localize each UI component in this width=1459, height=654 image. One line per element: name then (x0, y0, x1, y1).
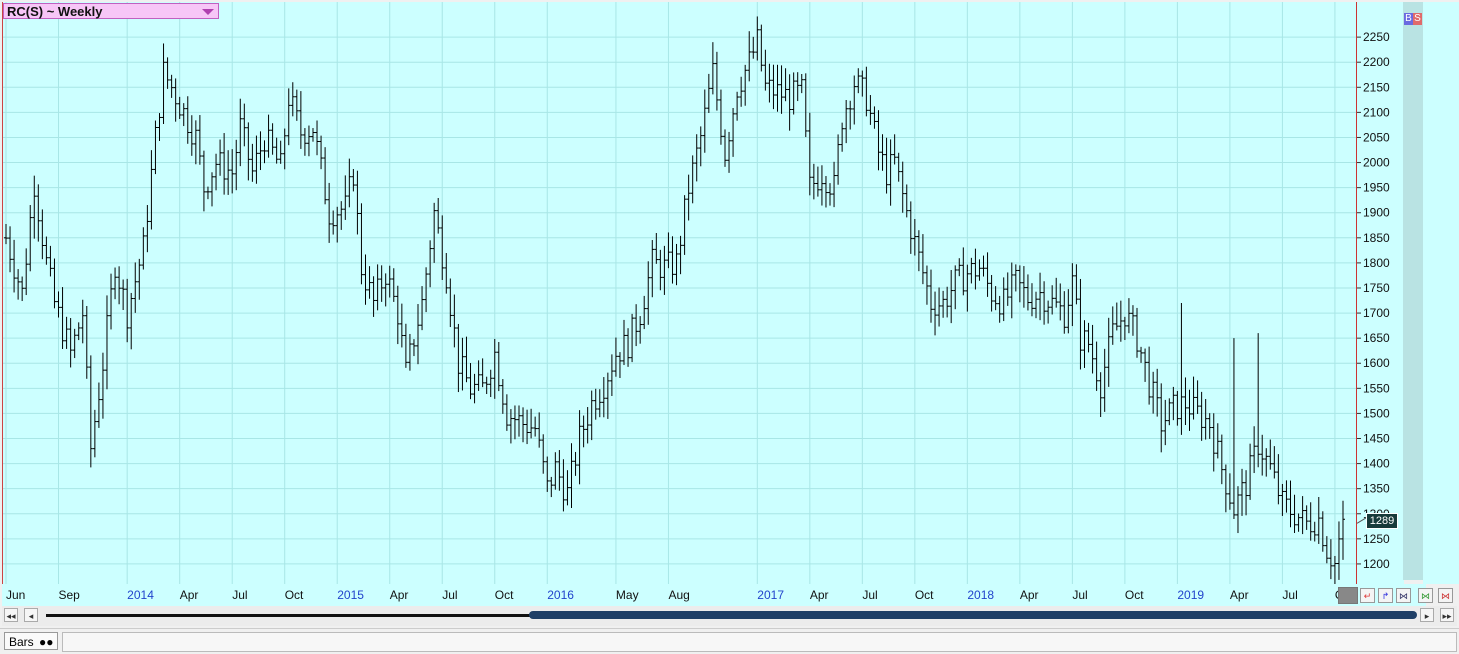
x-tick-label: Jun (6, 588, 25, 602)
chevron-down-icon[interactable] (202, 9, 214, 15)
x-tick-label: Apr (810, 588, 829, 602)
x-tick-label: 2019 (1177, 588, 1204, 602)
x-tick-label: Apr (390, 588, 409, 602)
zoom-out-icon[interactable]: ⋈ (1438, 588, 1453, 603)
y-tick-label: 1500 (1363, 406, 1390, 420)
x-tick-label: 2018 (967, 588, 994, 602)
y-tick-label: 1450 (1363, 432, 1390, 446)
y-tick-label: 1400 (1363, 457, 1390, 471)
y-tick-label: 2050 (1363, 130, 1390, 144)
sell-label[interactable]: S (1413, 13, 1422, 25)
price-axis[interactable]: 1200125013001350140014501500155016001650… (1356, 2, 1404, 584)
y-tick-label: 2000 (1363, 156, 1390, 170)
x-tick-label: Apr (180, 588, 199, 602)
y-tick-label: 1200 (1363, 557, 1390, 571)
buy-label[interactable]: B (1404, 13, 1413, 25)
date-axis-labels: Jun Sep 2014 Apr Jul Oct 2015 Apr Jul Oct 2016 May A… (6, 588, 1354, 602)
scroll-left-icon[interactable]: ◂ (24, 608, 38, 622)
y-tick-label: 1750 (1363, 281, 1390, 295)
horizontal-scrollbar[interactable]: ◂◂ ◂ ▸ ▸▸ (2, 606, 1457, 626)
x-tick-label: Apr (1230, 588, 1249, 602)
bars-tab[interactable]: Bars ●● (4, 632, 58, 650)
gray-scroll-icon[interactable] (1338, 587, 1358, 604)
x-tick-label: Oct (1125, 588, 1144, 602)
y-tick-label: 2100 (1363, 105, 1390, 119)
y-tick-label: 1250 (1363, 532, 1390, 546)
x-tick-label: 2015 (337, 588, 364, 602)
x-tick-label: Oct (915, 588, 934, 602)
y-tick-label: 2250 (1363, 30, 1390, 44)
glasses-icon: ●● (39, 635, 54, 649)
y-tick-label: 1600 (1363, 356, 1390, 370)
x-tick-label: 2014 (127, 588, 154, 602)
x-tick-label: Jul (862, 588, 877, 602)
y-tick-label: 1650 (1363, 331, 1390, 345)
scroll-right-icon[interactable]: ▸ (1420, 608, 1434, 622)
x-tick-label: 2016 (547, 588, 574, 602)
step-left-icon[interactable]: ↵ (1360, 588, 1375, 603)
scroll-last-icon[interactable]: ▸▸ (1440, 608, 1454, 622)
y-tick-label: 1350 (1363, 482, 1390, 496)
y-tick-label: 2150 (1363, 80, 1390, 94)
y-tick-label: 2200 (1363, 55, 1390, 69)
scroll-thumb[interactable] (529, 611, 1417, 619)
scroll-first-icon[interactable]: ◂◂ (4, 608, 18, 622)
zoom-in-icon[interactable]: ⋈ (1396, 588, 1411, 603)
status-bar: Bars ●● (0, 628, 1459, 654)
y-tick-label: 1850 (1363, 231, 1390, 245)
buy-sell-toggle[interactable]: BS (1404, 13, 1422, 25)
symbol-title: RC(S) ~ Weekly (7, 4, 103, 19)
x-tick-label: Aug (668, 588, 689, 602)
status-field (62, 632, 1457, 652)
symbol-selector[interactable]: RC(S) ~ Weekly (3, 3, 219, 19)
price-chart-svg (3, 2, 1357, 587)
chart-plot-area[interactable] (2, 2, 1357, 587)
x-tick-label: May (616, 588, 639, 602)
x-tick-label: Jul (442, 588, 457, 602)
x-tick-label: Sep (59, 588, 81, 602)
x-tick-label: Jul (1282, 588, 1297, 602)
price-axis-labels: 1200125013001350140014501500155016001650… (1356, 30, 1390, 571)
x-tick-label: Oct (285, 588, 304, 602)
date-axis[interactable]: Jun Sep 2014 Apr Jul Oct 2015 Apr Jul Oct 2016 May A… (2, 584, 1426, 606)
y-tick-label: 1800 (1363, 256, 1390, 270)
y-tick-label: 1700 (1363, 306, 1390, 320)
x-tick-label: Oct (495, 588, 514, 602)
bars-tab-label: Bars (9, 635, 34, 649)
step-right-icon[interactable]: ↱ (1378, 588, 1393, 603)
y-tick-label: 1550 (1363, 381, 1390, 395)
x-tick-label: Jul (1072, 588, 1087, 602)
x-tick-label: 2017 (757, 588, 784, 602)
y-tick-label: 1900 (1363, 206, 1390, 220)
right-margin (1423, 2, 1459, 584)
right-panel-strip (1403, 2, 1423, 580)
last-price-badge: 1289 (1366, 513, 1398, 529)
y-tick-label: 1950 (1363, 181, 1390, 195)
zoom-fit-icon[interactable]: ⋈ (1418, 588, 1433, 603)
x-tick-label: Jul (232, 588, 247, 602)
x-tick-label: Apr (1020, 588, 1039, 602)
